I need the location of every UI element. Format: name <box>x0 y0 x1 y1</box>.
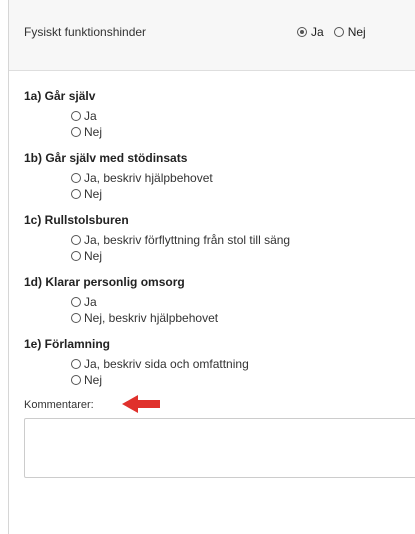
option-label: Nej <box>84 125 103 139</box>
option-radio[interactable]: Nej <box>71 248 415 264</box>
radio-icon[interactable] <box>71 111 81 121</box>
radio-icon[interactable] <box>71 251 81 261</box>
option-radio[interactable]: Ja, beskriv sida och omfattning <box>71 356 415 372</box>
radio-checked-icon[interactable] <box>297 27 307 37</box>
question-title: 1b) Går själv med stödinsats <box>24 151 188 165</box>
option-label: Nej, beskriv hjälpbehovet <box>84 311 219 325</box>
comments-label-row: Kommentarer: <box>24 395 415 413</box>
question-1e: 1e) Förlamning Ja, beskriv sida och omfa… <box>24 337 415 388</box>
questions-area: 1a) Går själv Ja Nej 1b) Går själv med s… <box>9 71 415 478</box>
radio-ja[interactable]: Ja <box>297 25 324 39</box>
radio-icon[interactable] <box>71 127 81 137</box>
option-label: Nej <box>84 249 103 263</box>
option-label: Ja, beskriv hjälpbehovet <box>84 171 213 185</box>
question-title: 1a) Går själv <box>24 89 96 103</box>
radio-unchecked-icon[interactable] <box>333 27 344 37</box>
radio-icon[interactable] <box>71 313 81 323</box>
option-label: Ja, beskriv sida och omfattning <box>84 357 249 371</box>
option-label: Ja <box>84 295 97 309</box>
option-label: Nej <box>84 187 103 201</box>
radio-icon[interactable] <box>71 375 81 385</box>
section-header: Fysiskt funktionshinder Ja Nej <box>9 0 415 71</box>
option-radio[interactable]: Ja, beskriv hjälpbehovet <box>71 170 415 186</box>
question-title: 1e) Förlamning <box>24 337 111 351</box>
radio-icon[interactable] <box>71 297 81 307</box>
option-label: Nej <box>84 373 103 387</box>
option-radio[interactable]: Nej <box>71 186 415 202</box>
radio-icon[interactable] <box>71 189 81 199</box>
radio-label: Ja <box>311 25 324 39</box>
question-1a: 1a) Går själv Ja Nej <box>24 89 415 140</box>
radio-icon[interactable] <box>71 359 81 369</box>
option-radio[interactable]: Nej, beskriv hjälpbehovet <box>71 310 415 326</box>
header-radio-group: Ja Nej <box>297 25 366 39</box>
radio-label: Nej <box>347 25 366 39</box>
question-1b: 1b) Går själv med stödinsats Ja, beskriv… <box>24 151 415 202</box>
section-title: Fysiskt funktionshinder <box>24 25 147 39</box>
option-radio[interactable]: Ja <box>71 294 415 310</box>
question-1c: 1c) Rullstolsburen Ja, beskriv förflyttn… <box>24 213 415 264</box>
question-1d: 1d) Klarar personlig omsorg Ja Nej, besk… <box>24 275 415 326</box>
arrow-left-icon <box>122 395 160 413</box>
question-title: 1c) Rullstolsburen <box>24 213 129 227</box>
radio-nej[interactable]: Nej <box>333 25 366 39</box>
option-label: Ja, beskriv förflyttning från stol till … <box>84 233 291 247</box>
radio-icon[interactable] <box>71 173 81 183</box>
comments-textarea[interactable] <box>24 418 415 478</box>
option-radio[interactable]: Ja <box>71 108 415 124</box>
comments-label: Kommentarer: <box>24 399 94 411</box>
option-radio[interactable]: Nej <box>71 372 415 388</box>
form-panel: Fysiskt funktionshinder Ja Nej 1a) Går s… <box>8 0 415 534</box>
option-radio[interactable]: Ja, beskriv förflyttning från stol till … <box>71 232 415 248</box>
option-radio[interactable]: Nej <box>71 124 415 140</box>
radio-icon[interactable] <box>71 235 81 245</box>
option-label: Ja <box>84 109 97 123</box>
question-title: 1d) Klarar personlig omsorg <box>24 275 185 289</box>
